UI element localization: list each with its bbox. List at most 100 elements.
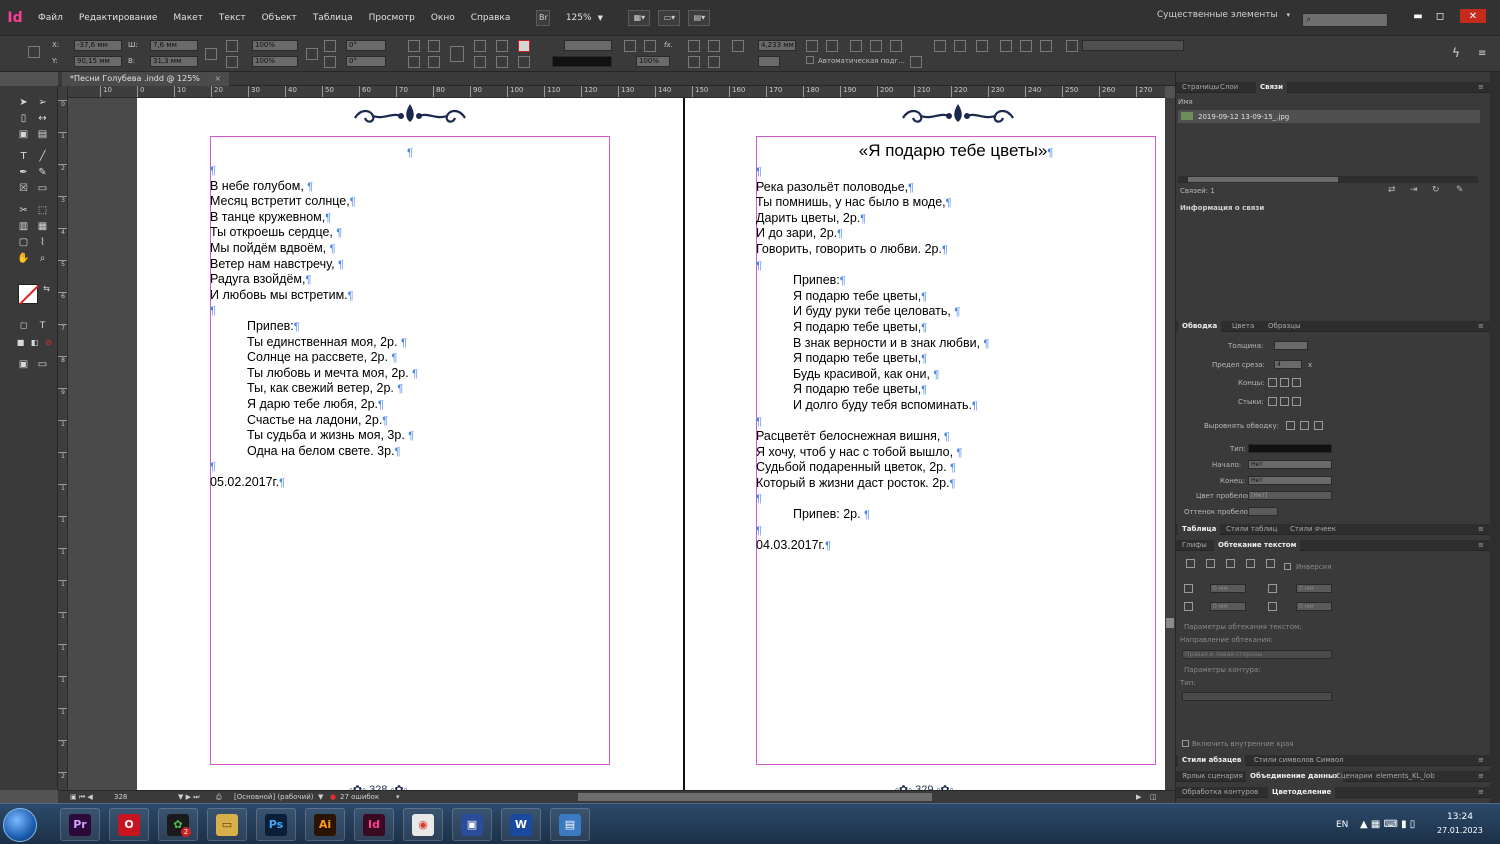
quick-apply-icon[interactable]	[1066, 40, 1078, 52]
taskbar-app-button[interactable]: Ps	[256, 808, 296, 841]
height-input[interactable]: 31,3 мм	[150, 56, 198, 67]
wrap-none-icon[interactable]	[1186, 559, 1195, 568]
text-frame-right[interactable]: «Я подарю тебе цветы»¶ ¶ Река разольёт по…	[756, 138, 1156, 554]
taskbar-app-button[interactable]: Pr	[60, 808, 100, 841]
taskbar-app-button[interactable]: W	[501, 808, 541, 841]
scroll-thumb[interactable]	[1188, 177, 1338, 182]
menu-file[interactable]: Файл	[30, 0, 71, 36]
y-input[interactable]: 90,15 мм	[74, 56, 122, 67]
select-next-icon[interactable]	[496, 56, 508, 68]
taskbar-app-button[interactable]: ▣	[452, 808, 492, 841]
help-search-input[interactable]: ⌕	[1302, 13, 1388, 27]
distribute-top-icon[interactable]	[910, 56, 922, 68]
apply-color-icon[interactable]: ■	[14, 336, 27, 349]
gap-color-select[interactable]: [Нет]	[1248, 491, 1332, 500]
scroll-thumb[interactable]	[1166, 618, 1174, 628]
fit-content-icon[interactable]	[708, 40, 720, 52]
join-bevel-icon[interactable]	[1292, 397, 1301, 406]
menu-layout[interactable]: Макет	[165, 0, 211, 36]
taskbar-app-button[interactable]: ◉	[403, 808, 443, 841]
vertical-ruler[interactable]: 0 1 2 3 4 5 6 7 8 9 1 1 1 1 1 1 1 1 1 1 …	[58, 86, 68, 790]
taskbar-app-button[interactable]: ▤	[550, 808, 590, 841]
stroke-weight-select[interactable]	[564, 40, 612, 51]
content-collector-icon[interactable]: ▣	[17, 128, 30, 141]
wrap-next-column-icon[interactable]	[1266, 559, 1275, 568]
close-icon[interactable]: ×	[214, 74, 221, 83]
miter-limit-field[interactable]: 4	[1274, 360, 1302, 369]
menu-object[interactable]: Объект	[254, 0, 305, 36]
swap-fill-stroke-icon[interactable]: ⇆	[40, 282, 53, 295]
effects-icon[interactable]	[624, 40, 636, 52]
maximize-button[interactable]: ◻	[1430, 9, 1450, 23]
panel-menu-icon[interactable]: ≡	[1474, 771, 1488, 782]
align-center-icon[interactable]	[1286, 421, 1295, 430]
tab-links[interactable]: Связи	[1256, 82, 1288, 93]
end-select[interactable]: Нет	[1248, 476, 1332, 485]
panel-menu-icon[interactable]: ≡	[1474, 787, 1488, 798]
tab-glyphs[interactable]: Глифы	[1178, 540, 1211, 551]
wrap-bbox-icon[interactable]	[1206, 559, 1215, 568]
join-round-icon[interactable]	[1280, 397, 1289, 406]
gap-tool-icon[interactable]: ↔	[36, 112, 49, 125]
contour-type-select[interactable]	[1182, 692, 1332, 701]
scale-y-input[interactable]: 100%	[252, 56, 298, 67]
tab-table[interactable]: Таблица	[1178, 524, 1221, 535]
tab-separations[interactable]: Цветоделение	[1268, 787, 1336, 798]
tab-character-styles[interactable]: Стили символов	[1250, 755, 1318, 766]
page-first-icon[interactable]: ▣ ⏮ ◀	[70, 793, 93, 802]
center-content-icon[interactable]	[688, 56, 700, 68]
distribute-bottom-icon[interactable]	[954, 40, 966, 52]
tab-elements[interactable]: elements_KL_lob	[1372, 771, 1439, 782]
start-select[interactable]: Нет	[1248, 460, 1332, 469]
menu-table[interactable]: Таблица	[305, 0, 361, 36]
goto-link-icon[interactable]: ⇥	[1410, 185, 1418, 195]
taskbar-app-button[interactable]: ✿ 2	[158, 808, 198, 841]
select-content-icon[interactable]	[474, 56, 486, 68]
reference-point-icon[interactable]	[28, 46, 40, 58]
link-scale-icon[interactable]	[306, 48, 318, 60]
stroke-swatch-icon[interactable]	[518, 56, 530, 68]
fill-stroke-swatch[interactable]	[18, 284, 38, 304]
horizontal-ruler[interactable]: 10 0 10 20 30 40 50 60 70 80 90 100 110 …	[68, 86, 1165, 98]
inner-edges-checkbox[interactable]	[1182, 740, 1189, 747]
distribute-spacing-icon[interactable]	[1040, 40, 1052, 52]
link-row[interactable]: 2019-09-12 13-09-15_.jpg	[1178, 110, 1480, 123]
wrap-jump-icon[interactable]	[1246, 559, 1255, 568]
dock-scrollbar[interactable]	[1490, 72, 1500, 803]
text-frame-left[interactable]: ¶ ¶ В небе голубом, ¶ Месяц встретит солнц…	[210, 142, 610, 490]
panel-menu-icon[interactable]: ≡	[1474, 321, 1488, 332]
screen-mode-button[interactable]: ▭▾	[658, 9, 681, 26]
preflight-profile[interactable]: [Основной] (рабочий)	[234, 793, 313, 801]
clock-date[interactable]: 27.01.2023	[1437, 826, 1483, 835]
apply-none-icon[interactable]: ⊘	[42, 336, 55, 349]
tab-colors[interactable]: Цвета	[1228, 321, 1258, 332]
page-right[interactable]: «Я подарю тебе цветы»¶ ¶ Река разольёт по…	[683, 98, 1165, 790]
distribute-left-icon[interactable]	[976, 40, 988, 52]
align-outside-icon[interactable]	[1314, 421, 1323, 430]
scroll-right-icon[interactable]: ▶	[1136, 793, 1141, 801]
menu-window[interactable]: Окно	[423, 0, 463, 36]
chevron-down-icon[interactable]: ▾	[396, 793, 400, 801]
distribute-hcenter-icon[interactable]	[1000, 40, 1012, 52]
taskbar-app-button[interactable]: ▭	[207, 808, 247, 841]
preflight-icon[interactable]: ⎙	[216, 793, 222, 802]
invert-checkbox[interactable]	[1284, 563, 1291, 570]
close-window-button[interactable]: ✕	[1460, 9, 1486, 23]
stroke-weight-input[interactable]: 4,233 мм	[758, 40, 796, 51]
select-container-icon[interactable]	[474, 40, 486, 52]
distribute-right-icon[interactable]	[1020, 40, 1032, 52]
tab-stroke[interactable]: Обводка	[1178, 321, 1222, 332]
page-next-icon[interactable]: ▼ ▶ ⏭	[178, 793, 200, 802]
wrap-shape-icon[interactable]	[1226, 559, 1235, 568]
panel-menu-icon[interactable]: ≡	[1474, 524, 1488, 535]
right-offset-field[interactable]: 0 мм	[1296, 602, 1332, 611]
constrain-proportions-icon[interactable]	[205, 48, 217, 60]
start-button[interactable]	[3, 808, 37, 842]
join-miter-icon[interactable]	[1268, 397, 1277, 406]
gradient-feather-tool-icon[interactable]: ▦	[36, 220, 49, 233]
preview-mode-icon[interactable]: ▭	[36, 358, 49, 371]
view-options-button[interactable]: ▦▾	[628, 9, 651, 26]
page-left[interactable]: ¶ ¶ В небе голубом, ¶ Месяц встретит солнц…	[137, 98, 683, 790]
minimize-button[interactable]: ▬	[1408, 9, 1428, 23]
tab-layers[interactable]: Слои	[1216, 82, 1242, 93]
